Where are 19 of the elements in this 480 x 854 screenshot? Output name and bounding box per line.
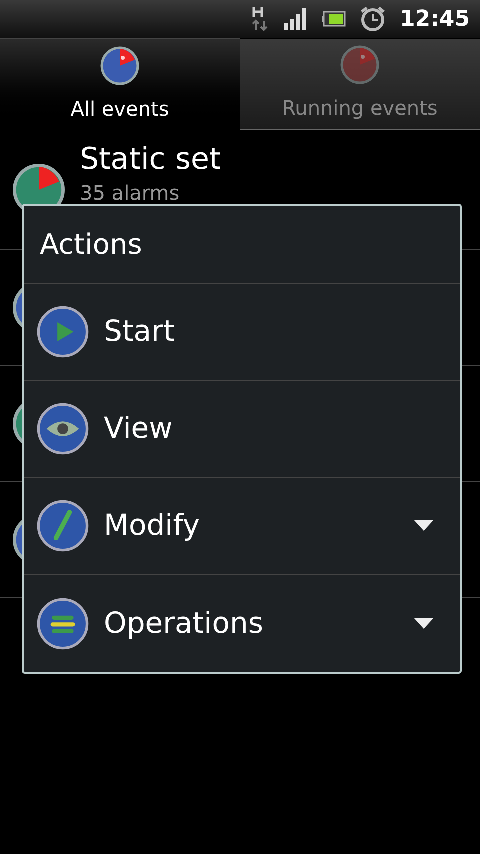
menu-item-label: Start [104, 313, 176, 350]
signal-icon [284, 8, 308, 30]
menu-item[interactable]: Operations [24, 575, 460, 672]
event-title: Static set [80, 142, 222, 178]
clock-time: 12:45 [400, 6, 470, 34]
network-h-icon [250, 5, 270, 33]
dialog-title: Actions [40, 226, 142, 262]
caret-icon [414, 618, 434, 630]
alarm-clock-icon [360, 6, 386, 32]
caret-icon [414, 520, 434, 532]
stack-icon [36, 596, 90, 650]
battery-icon [322, 11, 346, 27]
radar-icon [340, 45, 380, 85]
tab[interactable]: Running events [240, 39, 480, 130]
event-subtitle: 35 alarms [80, 180, 181, 206]
menu-item-label: Operations [104, 604, 264, 642]
radar-icon [100, 46, 140, 86]
menu-item-label: View [104, 410, 174, 448]
menu-item-label: Modify [104, 507, 202, 544]
